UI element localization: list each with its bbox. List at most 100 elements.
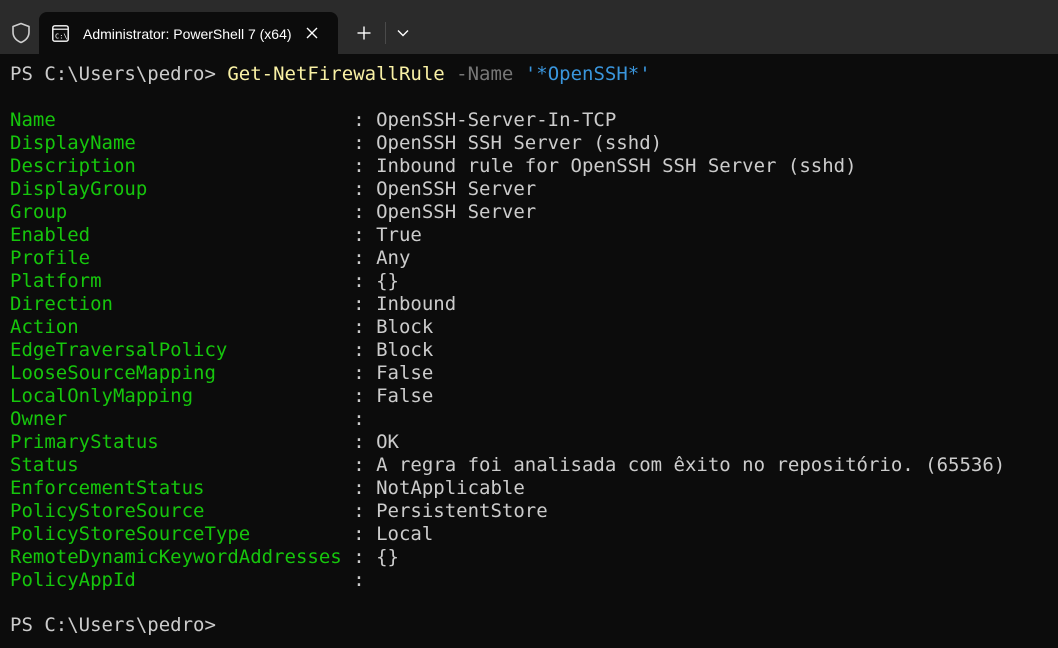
property-row: Owner :: [10, 408, 376, 431]
property-row: PolicyStoreSource : PersistentStore: [10, 500, 548, 523]
property-row: Enabled : True: [10, 224, 422, 247]
property-value: Inbound rule for OpenSSH SSH Server (ssh…: [376, 155, 857, 177]
profile-dropdown-button[interactable]: [389, 18, 417, 48]
separator: :: [353, 385, 365, 407]
property-name: Group: [10, 201, 68, 223]
new-tab-button[interactable]: [349, 18, 379, 48]
property-name: PrimaryStatus: [10, 431, 159, 453]
separator: :: [353, 224, 365, 246]
separator: :: [353, 109, 365, 131]
separator: :: [353, 270, 365, 292]
separator: :: [353, 500, 365, 522]
separator: :: [353, 339, 365, 361]
property-name: RemoteDynamicKeywordAddresses: [10, 546, 342, 568]
padding: [79, 316, 354, 338]
property-name: Name: [10, 109, 56, 131]
property-row: Action : Block: [10, 316, 433, 339]
separator: :: [353, 293, 365, 315]
property-name: Platform: [10, 270, 102, 292]
property-name: PolicyAppId: [10, 569, 136, 591]
cmdlet: Get-NetFirewallRule: [227, 63, 445, 85]
property-value: OpenSSH Server: [376, 178, 537, 200]
property-name: Direction: [10, 293, 113, 315]
property-value: {}: [376, 270, 399, 292]
title-bar: C:\ Administrator: PowerShell 7 (x64): [0, 0, 1058, 54]
padding: [102, 270, 354, 292]
svg-text:C:\: C:\: [55, 33, 68, 41]
close-icon[interactable]: [303, 24, 321, 42]
separator: :: [353, 546, 365, 568]
property-name: LocalOnlyMapping: [10, 385, 194, 407]
terminal-icon: C:\: [52, 25, 69, 42]
tab-powershell[interactable]: C:\ Administrator: PowerShell 7 (x64): [39, 12, 338, 54]
padding: [147, 178, 353, 200]
prompt: PS C:\Users\pedro>: [10, 614, 216, 636]
property-name: DisplayName: [10, 132, 136, 154]
padding: [204, 477, 353, 499]
property-name: EnforcementStatus: [10, 477, 205, 499]
separator: :: [353, 569, 365, 591]
property-row: PolicyAppId :: [10, 569, 376, 592]
padding: [67, 408, 353, 430]
plus-icon: [357, 26, 371, 40]
argument: '*OpenSSH*': [524, 63, 651, 85]
separator: :: [353, 431, 365, 453]
separator: :: [353, 155, 365, 177]
padding: [56, 109, 353, 131]
property-name: Owner: [10, 408, 68, 430]
separator: :: [353, 454, 365, 476]
separator: :: [353, 362, 365, 384]
padding: [193, 385, 353, 407]
property-name: Action: [10, 316, 79, 338]
property-value: Block: [376, 316, 434, 338]
property-name: Profile: [10, 247, 91, 269]
property-row: Platform : {}: [10, 270, 399, 293]
property-value: Block: [376, 339, 434, 361]
padding: [136, 132, 353, 154]
padding: [227, 339, 353, 361]
property-value: NotApplicable: [376, 477, 525, 499]
command-line: PS C:\Users\pedro> Get-NetFirewallRule -…: [10, 63, 651, 86]
padding: [90, 224, 353, 246]
property-value: Inbound: [376, 293, 457, 315]
property-row: Direction : Inbound: [10, 293, 456, 316]
separator: :: [353, 408, 365, 430]
property-value: Any: [376, 247, 411, 269]
padding: [90, 247, 353, 269]
property-name: LooseSourceMapping: [10, 362, 216, 384]
property-value: True: [376, 224, 422, 246]
property-value: OpenSSH SSH Server (sshd): [376, 132, 663, 154]
final-prompt-line: PS C:\Users\pedro>: [10, 614, 216, 637]
property-value: PersistentStore: [376, 500, 548, 522]
padding: [79, 454, 354, 476]
padding: [216, 362, 353, 384]
padding: [113, 293, 353, 315]
property-name: Enabled: [10, 224, 91, 246]
property-value: Local: [376, 523, 434, 545]
property-name: Description: [10, 155, 136, 177]
terminal-output[interactable]: PS C:\Users\pedro> Get-NetFirewallRule -…: [0, 54, 1058, 648]
separator: :: [353, 178, 365, 200]
property-row: Status : A regra foi analisada com êxito…: [10, 454, 1005, 477]
property-row: Name : OpenSSH-Server-In-TCP: [10, 109, 616, 132]
property-row: LocalOnlyMapping : False: [10, 385, 433, 408]
property-row: EdgeTraversalPolicy : Block: [10, 339, 433, 362]
chevron-down-icon: [397, 30, 409, 37]
property-value: {}: [376, 546, 399, 568]
padding: [204, 500, 353, 522]
property-row: PolicyStoreSourceType : Local: [10, 523, 433, 546]
padding: [250, 523, 353, 545]
parameter: -Name: [456, 63, 514, 85]
property-row: PrimaryStatus : OK: [10, 431, 399, 454]
padding: [342, 546, 353, 568]
property-row: DisplayName : OpenSSH SSH Server (sshd): [10, 132, 662, 155]
property-value: A regra foi analisada com êxito no repos…: [376, 454, 1006, 476]
property-value: False: [376, 362, 434, 384]
tab-title: Administrator: PowerShell 7 (x64): [83, 26, 291, 42]
separator: :: [353, 523, 365, 545]
separator: :: [353, 132, 365, 154]
separator: :: [353, 316, 365, 338]
padding: [136, 155, 353, 177]
padding: [136, 569, 353, 591]
property-row: RemoteDynamicKeywordAddresses : {}: [10, 546, 399, 569]
